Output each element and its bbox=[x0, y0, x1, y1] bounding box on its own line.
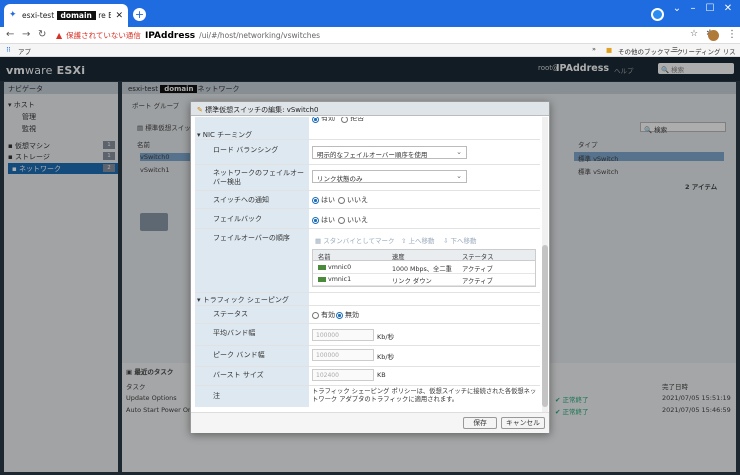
failover-detection-select[interactable]: リンク状態のみ ⌄ bbox=[312, 170, 467, 183]
apps-label[interactable]: アプ bbox=[18, 46, 31, 56]
table-header bbox=[313, 250, 535, 261]
divider bbox=[195, 228, 540, 229]
profile-icon[interactable] bbox=[651, 8, 664, 21]
avg-bandwidth-input[interactable]: 100000 bbox=[312, 329, 374, 341]
url-host: IPAddress bbox=[144, 30, 196, 41]
th-speed: 速度 bbox=[392, 254, 405, 261]
warning-icon: ▲ bbox=[56, 31, 63, 40]
not-secure-label: 保護されていない通信 bbox=[66, 31, 141, 40]
th-status: ステータス bbox=[462, 254, 494, 261]
minimize-icon[interactable]: – bbox=[686, 3, 700, 14]
chevron-down-icon: ⌄ bbox=[456, 172, 462, 180]
peak-bandwidth-unit: Kb/秒 bbox=[377, 353, 395, 361]
shaping-disabled-radio[interactable]: 無効 bbox=[336, 310, 359, 320]
traffic-shaping-section[interactable]: ▾ トラフィック シェーピング bbox=[197, 295, 313, 305]
failback-label: フェイルバック bbox=[213, 215, 262, 223]
failback-yes-radio[interactable]: はい bbox=[312, 215, 335, 225]
load-balancing-select[interactable]: 明示的なフェイルオーバー順序を使用 ⌄ bbox=[312, 146, 467, 159]
dialog-footer: 保存 キャンセル bbox=[191, 412, 549, 433]
divider bbox=[195, 366, 540, 367]
divider bbox=[195, 345, 540, 346]
cancel-button[interactable]: キャンセル bbox=[501, 417, 545, 429]
edit-icon: ✎ bbox=[197, 106, 203, 114]
scrollbar-thumb[interactable] bbox=[542, 245, 548, 407]
new-tab-button[interactable]: + bbox=[133, 8, 146, 21]
divider bbox=[195, 164, 540, 165]
shaping-enabled-radio[interactable]: 有効 bbox=[312, 310, 335, 320]
divider bbox=[195, 292, 540, 293]
close-tab-icon[interactable]: ✕ bbox=[115, 11, 123, 21]
notify-yes-radio[interactable]: はい bbox=[312, 195, 335, 205]
peak-bandwidth-label: ピーク バンド幅 bbox=[213, 351, 265, 359]
menu-icon[interactable]: ⋮ bbox=[727, 29, 737, 40]
back-icon[interactable]: ← bbox=[6, 29, 14, 40]
burst-size-input[interactable]: 102400 bbox=[312, 369, 374, 381]
star-icon[interactable]: ☆ bbox=[690, 29, 698, 39]
edit-vswitch-dialog: ✎ 標準仮想スイッチの編集: vSwitch0 有効 拒否 ▾ NIC チーミン… bbox=[190, 101, 550, 433]
failover-order-label: フェイルオーバーの順序 bbox=[213, 234, 290, 242]
avg-bandwidth-label: 平均バンド幅 bbox=[213, 329, 256, 337]
apps-icon[interactable]: ⠿ bbox=[6, 46, 11, 54]
nic-speed: リンク ダウン bbox=[392, 278, 432, 285]
bookmarks-bar: ⠿ アプ » ■ その他のブックマーク ☰ リーディング リスト bbox=[0, 44, 740, 66]
top-cut-row: 有効 拒否 bbox=[312, 117, 364, 123]
note-label: 注 bbox=[213, 392, 220, 400]
load-balancing-label: ロード バランシング bbox=[213, 146, 279, 154]
nic-name: vmnic0 bbox=[318, 264, 351, 271]
label-column-bg bbox=[195, 117, 309, 407]
avg-bandwidth-unit: Kb/秒 bbox=[377, 333, 395, 341]
reload-icon[interactable]: ↻ bbox=[38, 29, 46, 40]
move-down-button[interactable]: ⇩ 下へ移動 bbox=[443, 235, 477, 245]
divider bbox=[195, 190, 540, 191]
dialog-title: ✎ 標準仮想スイッチの編集: vSwitch0 bbox=[191, 102, 549, 116]
close-window-icon[interactable]: ✕ bbox=[721, 3, 735, 14]
note-text: トラフィック シェーピング ポリシーは、仮想スイッチに接続された各仮想ネットワー… bbox=[312, 388, 537, 403]
nic-status: アクティブ bbox=[462, 278, 493, 285]
reading-list-icon: ☰ bbox=[672, 46, 678, 54]
avatar[interactable] bbox=[708, 30, 719, 41]
url-path: /ui/#/host/networking/vswitches bbox=[199, 31, 321, 40]
folder-icon: ■ bbox=[606, 46, 613, 54]
move-up-button[interactable]: ⇧ 上へ移動 bbox=[401, 235, 435, 245]
divider bbox=[195, 323, 540, 324]
divider bbox=[195, 208, 540, 209]
chevron-down-icon[interactable]: ⌄ bbox=[670, 3, 684, 14]
peak-bandwidth-input[interactable]: 100000 bbox=[312, 349, 374, 361]
chevron-down-icon: ⌄ bbox=[456, 148, 462, 156]
table-row[interactable]: vmnic1 リンク ダウン アクティブ bbox=[313, 274, 535, 286]
forward-icon[interactable]: → bbox=[22, 29, 30, 40]
save-button[interactable]: 保存 bbox=[463, 417, 497, 429]
address-bar-row: ← → ↻ ▲ 保護されていない通信 IPAddress /ui/#/host/… bbox=[0, 27, 740, 44]
shaping-status-label: ステータス bbox=[213, 310, 248, 318]
nic-icon bbox=[318, 264, 326, 270]
more-bookmarks-icon[interactable]: » bbox=[592, 45, 596, 53]
table-row[interactable]: vmnic0 1000 Mbps、全二重 アクティブ bbox=[313, 262, 535, 274]
nic-speed: 1000 Mbps、全二重 bbox=[392, 266, 452, 273]
browser-tab[interactable]: ✦ esxi-test domain re ESXi ✕ bbox=[4, 4, 128, 27]
notify-switches-label: スイッチへの通知 bbox=[213, 196, 269, 204]
maximize-icon[interactable]: ☐ bbox=[703, 3, 717, 14]
url-field[interactable]: ▲ 保護されていない通信 IPAddress /ui/#/host/networ… bbox=[56, 29, 664, 42]
divider bbox=[195, 305, 540, 306]
notify-no-radio[interactable]: いいえ bbox=[338, 195, 368, 205]
divider bbox=[195, 385, 540, 386]
nic-icon bbox=[318, 276, 326, 282]
failover-detection-label: ネットワークのフェイルオーバー検出 bbox=[213, 169, 304, 186]
burst-size-unit: KB bbox=[377, 371, 386, 379]
burst-size-label: バースト サイズ bbox=[213, 371, 264, 379]
divider bbox=[195, 139, 540, 140]
failback-no-radio[interactable]: いいえ bbox=[338, 215, 368, 225]
nic-status: アクティブ bbox=[462, 266, 493, 273]
mark-standby-button[interactable]: ▦ スタンバイとしてマーク bbox=[315, 235, 395, 245]
nic-name: vmnic1 bbox=[318, 276, 351, 283]
th-name: 名前 bbox=[318, 254, 331, 261]
vmware-favicon-icon: ✦ bbox=[9, 10, 17, 20]
tab-title: esxi-test domain re ESXi bbox=[22, 11, 112, 20]
failover-order-table: 名前 速度 ステータス vmnic0 1000 Mbps、全二重 アクティブ v… bbox=[312, 249, 536, 287]
